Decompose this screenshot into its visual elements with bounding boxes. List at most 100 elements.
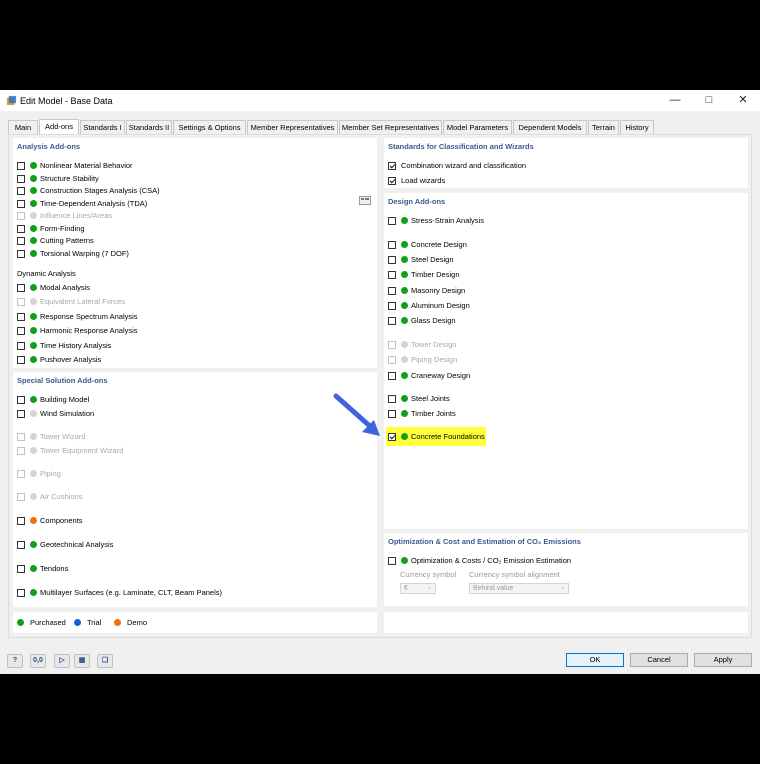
- list-item[interactable]: Components: [17, 515, 83, 526]
- list-item[interactable]: Response Spectrum Analysis: [17, 311, 138, 322]
- checkbox[interactable]: [388, 270, 396, 279]
- checkbox[interactable]: [17, 249, 25, 258]
- ok-button[interactable]: OK: [566, 653, 624, 667]
- list-item[interactable]: Concrete Design: [388, 239, 467, 250]
- list-item: Piping: [17, 468, 61, 479]
- tab-dependent-models[interactable]: Dependent Models: [513, 120, 587, 134]
- checkbox-checked[interactable]: [388, 176, 396, 185]
- minimize-button[interactable]: —: [658, 90, 692, 111]
- checkbox[interactable]: [388, 316, 396, 325]
- list-item[interactable]: Pushover Analysis: [17, 354, 101, 365]
- list-item[interactable]: Multilayer Surfaces (e.g. Laminate, CLT,…: [17, 587, 222, 598]
- checkbox[interactable]: [17, 395, 25, 404]
- tab-model-parameters[interactable]: Model Parameters: [443, 120, 512, 134]
- design-add-ons-panel: Design Add-ons Stress-Strain Analysis Co…: [384, 193, 748, 529]
- checkbox[interactable]: [388, 301, 396, 310]
- checkbox[interactable]: [17, 283, 25, 292]
- list-item[interactable]: Stress-Strain Analysis: [388, 215, 484, 226]
- model-icon[interactable]: ▷: [54, 654, 70, 668]
- app-icon: [6, 95, 17, 106]
- list-item[interactable]: Cutting Patterns: [17, 235, 94, 246]
- checkbox[interactable]: [17, 516, 25, 525]
- checkbox[interactable]: [17, 341, 25, 350]
- checkbox[interactable]: [17, 540, 25, 549]
- list-item[interactable]: Load wizards: [388, 175, 445, 186]
- checkbox[interactable]: [17, 161, 25, 170]
- purchased-dot-icon: [30, 396, 37, 403]
- maximize-button[interactable]: □: [692, 90, 726, 111]
- tab-main[interactable]: Main: [8, 120, 38, 134]
- checkbox[interactable]: [388, 556, 396, 565]
- checkbox-checked[interactable]: [388, 161, 396, 170]
- purchased-dot-icon: [30, 200, 37, 207]
- list-item[interactable]: Steel Design: [388, 254, 454, 265]
- purchased-dot-icon: [401, 217, 408, 224]
- list-item[interactable]: Timber Design: [388, 269, 460, 280]
- list-item[interactable]: Building Model: [17, 394, 89, 405]
- tab-history[interactable]: History: [620, 120, 654, 134]
- checkbox[interactable]: [388, 286, 396, 295]
- checkbox[interactable]: [17, 326, 25, 335]
- checkbox[interactable]: [388, 255, 396, 264]
- list-item[interactable]: Timber Joints: [388, 408, 456, 419]
- dynamic-analysis-label: Dynamic Analysis: [17, 269, 76, 278]
- settings-icon[interactable]: [359, 196, 371, 205]
- list-item[interactable]: Time-Dependent Analysis (TDA): [17, 198, 147, 209]
- currency-alignment-dropdown[interactable]: Behind value ⌄: [469, 583, 569, 594]
- units-icon[interactable]: 0,0: [30, 654, 46, 668]
- list-item[interactable]: Steel Joints: [388, 393, 450, 404]
- standards-panel: Standards for Classification and Wizards…: [384, 138, 748, 188]
- checkbox[interactable]: [388, 240, 396, 249]
- checkbox[interactable]: [17, 588, 25, 597]
- save-icon[interactable]: ▦: [74, 654, 90, 668]
- list-item[interactable]: Combination wizard and classification: [388, 160, 526, 171]
- tab-add-ons[interactable]: Add-ons: [39, 119, 79, 135]
- tab-standards-ii[interactable]: Standards II: [126, 120, 172, 134]
- list-item[interactable]: Structure Stability: [17, 173, 99, 184]
- list-item[interactable]: Optimization & Costs / CO₂ Emission Esti…: [388, 555, 571, 566]
- list-item[interactable]: Construction Stages Analysis (CSA): [17, 185, 160, 196]
- checkbox[interactable]: [17, 312, 25, 321]
- list-item[interactable]: Aluminum Design: [388, 300, 470, 311]
- list-item[interactable]: Form-Finding: [17, 223, 85, 234]
- copy-icon[interactable]: ❏: [97, 654, 113, 668]
- list-item[interactable]: Geotechnical Analysis: [17, 539, 113, 550]
- checkbox[interactable]: [17, 174, 25, 183]
- help-icon[interactable]: ?: [7, 654, 23, 668]
- list-item[interactable]: Harmonic Response Analysis: [17, 325, 138, 336]
- list-item[interactable]: Modal Analysis: [17, 282, 90, 293]
- list-item[interactable]: Tendons: [17, 563, 68, 574]
- checkbox[interactable]: [17, 409, 25, 418]
- checkbox[interactable]: [17, 199, 25, 208]
- tab-standards-i[interactable]: Standards I: [80, 120, 125, 134]
- list-item[interactable]: Wind Simulation: [17, 408, 94, 419]
- list-item-concrete-foundations[interactable]: Concrete Foundations: [388, 431, 485, 442]
- legend-purchased: Purchased: [17, 618, 66, 627]
- checkbox[interactable]: [17, 564, 25, 573]
- list-item[interactable]: Time History Analysis: [17, 340, 111, 351]
- tab-member-representatives[interactable]: Member Representatives: [247, 120, 338, 134]
- checkbox[interactable]: [17, 236, 25, 245]
- checkbox[interactable]: [388, 409, 396, 418]
- tab-terrain[interactable]: Terrain: [588, 120, 619, 134]
- checkbox[interactable]: [17, 355, 25, 364]
- checkbox[interactable]: [388, 371, 396, 380]
- checkbox[interactable]: [17, 224, 25, 233]
- checkbox[interactable]: [388, 216, 396, 225]
- checkbox-checked[interactable]: [388, 432, 396, 441]
- checkbox[interactable]: [17, 186, 25, 195]
- list-item[interactable]: Nonlinear Material Behavior: [17, 160, 133, 171]
- list-item[interactable]: Torsional Warping (7 DOF): [17, 248, 129, 259]
- apply-button[interactable]: Apply: [694, 653, 752, 667]
- cancel-button[interactable]: Cancel: [630, 653, 688, 667]
- tab-settings-options[interactable]: Settings & Options: [173, 120, 246, 134]
- edit-model-dialog: Edit Model - Base Data — □ ✕ Main Add-on…: [0, 90, 760, 674]
- checkbox[interactable]: [388, 394, 396, 403]
- list-item[interactable]: Masonry Design: [388, 285, 465, 296]
- list-item[interactable]: Glass Design: [388, 315, 456, 326]
- tab-member-set-representatives[interactable]: Member Set Representatives: [339, 120, 442, 134]
- currency-symbol-dropdown[interactable]: € ⌄: [400, 583, 436, 594]
- purchased-dot-icon: [30, 541, 37, 548]
- close-button[interactable]: ✕: [726, 90, 760, 111]
- list-item[interactable]: Craneway Design: [388, 370, 470, 381]
